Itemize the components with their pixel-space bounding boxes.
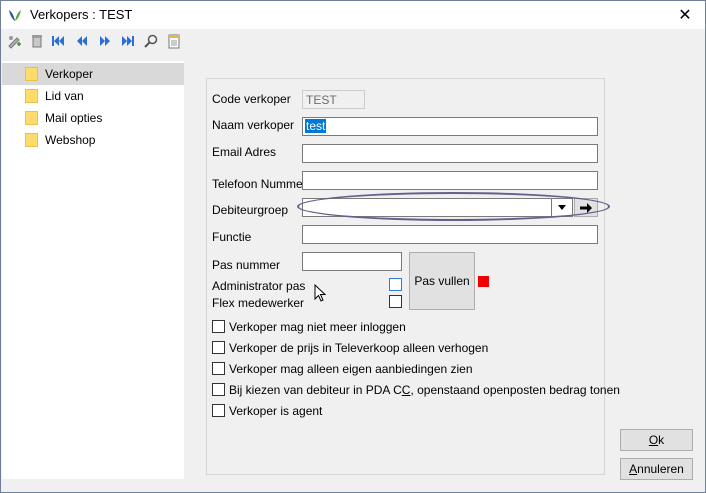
sidebar: Verkoper Lid van Mail opties Webshop: [2, 61, 184, 479]
first-record-button[interactable]: [49, 32, 67, 50]
sidebar-item-webshop[interactable]: Webshop: [2, 129, 184, 151]
code-verkoper-label: Code verkoper: [212, 92, 291, 106]
next-record-icon[interactable]: [97, 33, 113, 49]
code-verkoper-value: TEST: [306, 93, 337, 107]
pas-vullen-button[interactable]: Pas vullen: [409, 252, 475, 310]
pas-vullen-label: Pas vullen: [414, 274, 470, 288]
add-user-icon[interactable]: [6, 33, 22, 49]
last-record-icon[interactable]: [120, 33, 136, 49]
administrator-pas-checkbox[interactable]: [389, 278, 402, 291]
checkbox-eigen-aanbiedingen-label: Verkoper mag alleen eigen aanbiedingen z…: [229, 362, 473, 376]
email-input[interactable]: [302, 144, 598, 163]
sidebar-item-lid-van[interactable]: Lid van: [2, 85, 184, 107]
checkbox-is-agent[interactable]: [212, 404, 225, 417]
folder-icon: [25, 89, 38, 103]
first-record-icon[interactable]: [50, 33, 66, 49]
highlight-ellipse: [297, 192, 610, 221]
naam-verkoper-value: test: [305, 119, 327, 133]
close-icon[interactable]: ✕: [678, 5, 691, 25]
previous-record-icon[interactable]: [74, 33, 90, 49]
search-icon[interactable]: [143, 33, 159, 49]
last-record-button[interactable]: [119, 32, 137, 50]
naam-verkoper-input[interactable]: test: [302, 117, 598, 136]
pas-nummer-input[interactable]: [302, 252, 402, 271]
sidebar-item-label: Lid van: [45, 89, 84, 103]
flex-medewerker-checkbox[interactable]: [389, 295, 402, 308]
annuleren-button[interactable]: Annuleren: [620, 458, 693, 480]
delete-icon[interactable]: [29, 33, 45, 49]
ok-button-label: Ok: [648, 433, 665, 447]
close-button[interactable]: ✕: [665, 1, 705, 29]
functie-label: Functie: [212, 230, 252, 244]
flex-medewerker-label: Flex medewerker: [212, 296, 305, 310]
checkbox-openposten-tonen-label: Bij kiezen van debiteur in PDA CC, opens…: [229, 383, 620, 397]
sidebar-item-mail-opties[interactable]: Mail opties: [2, 107, 184, 129]
search-button[interactable]: [142, 32, 160, 50]
telefoon-label: Telefoon Nummer: [212, 177, 307, 191]
folder-icon: [25, 67, 38, 81]
administrator-pas-label: Administrator pas: [212, 279, 306, 293]
annuleren-button-label: Annuleren: [629, 462, 684, 476]
checkbox-eigen-aanbiedingen[interactable]: [212, 362, 225, 375]
checkbox-openposten-tonen[interactable]: [212, 383, 225, 396]
code-verkoper-field: TEST: [302, 90, 365, 109]
ok-button[interactable]: Ok: [620, 429, 693, 451]
checkbox-prijs-verhogen[interactable]: [212, 341, 225, 354]
checkbox-prijs-verhogen-label: Verkoper de prijs in Televerkoop alleen …: [229, 341, 489, 355]
app-logo-icon: [9, 10, 21, 21]
naam-verkoper-label: Naam verkoper: [212, 118, 295, 132]
toolbar: [1, 29, 705, 53]
mouse-cursor-icon: [314, 284, 326, 302]
main-window: Verkopers : TEST ✕ Verkoper Lid van Mail…: [0, 0, 706, 493]
functie-input[interactable]: [302, 225, 598, 244]
email-label: Email Adres: [212, 145, 277, 159]
status-indicator: [478, 276, 489, 287]
delete-button[interactable]: [28, 32, 46, 50]
debiteurgroep-label: Debiteurgroep: [212, 203, 289, 217]
sidebar-item-verkoper[interactable]: Verkoper: [2, 63, 184, 85]
add-user-button[interactable]: [5, 32, 23, 50]
previous-record-button[interactable]: [73, 32, 91, 50]
title-bar: Verkopers : TEST ✕: [1, 1, 705, 29]
window-title: Verkopers : TEST: [30, 7, 133, 22]
sidebar-item-label: Mail opties: [45, 111, 103, 125]
pas-nummer-label: Pas nummer: [212, 258, 281, 272]
sidebar-item-label: Webshop: [45, 133, 96, 147]
checkbox-is-agent-label: Verkoper is agent: [229, 404, 323, 418]
folder-icon: [25, 111, 38, 125]
folder-icon: [25, 133, 38, 147]
notes-button[interactable]: [165, 32, 183, 50]
next-record-button[interactable]: [96, 32, 114, 50]
checkbox-niet-meer-inloggen-label: Verkoper mag niet meer inloggen: [229, 320, 406, 334]
notes-icon[interactable]: [166, 33, 182, 49]
checkbox-niet-meer-inloggen[interactable]: [212, 320, 225, 333]
telefoon-input[interactable]: [302, 171, 598, 190]
sidebar-item-label: Verkoper: [45, 67, 94, 81]
